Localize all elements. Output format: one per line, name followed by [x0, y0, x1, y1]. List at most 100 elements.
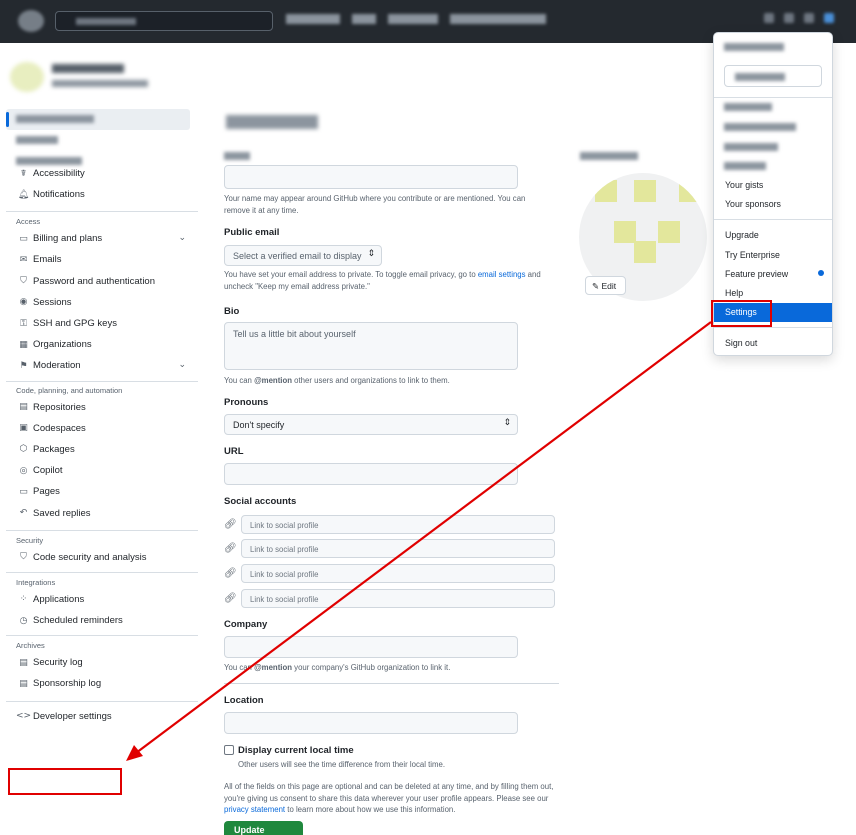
link-icon: 🔗︎: [224, 519, 237, 530]
sidebar-item-applications[interactable]: ⁘ Applications: [6, 589, 198, 610]
menu-item-help[interactable]: Help: [725, 288, 743, 298]
top-nav-link[interactable]: [388, 14, 438, 24]
chevron-updown-icon: ⇕: [367, 249, 375, 259]
sidebar-item-public-profile[interactable]: [6, 109, 190, 130]
sidebar-item-packages[interactable]: ⬡ Packages: [6, 439, 198, 460]
menu-item-profile[interactable]: [724, 103, 772, 111]
name-input[interactable]: [224, 165, 518, 189]
social-profile-input[interactable]: Link to social profile: [241, 539, 555, 558]
location-label: Location: [224, 695, 264, 706]
log-icon: ▤: [19, 657, 28, 668]
social-profile-input[interactable]: Link to social profile: [241, 564, 555, 583]
sidebar-item-organizations[interactable]: ▦ Organizations: [6, 334, 198, 355]
public-email-select[interactable]: Select a verified email to display ⇕: [224, 245, 382, 266]
credit-card-icon: ▭: [19, 233, 28, 244]
top-nav-link[interactable]: [450, 14, 546, 24]
link-icon: 🔗︎: [224, 543, 237, 554]
menu-item-upgrade[interactable]: Upgrade: [725, 230, 759, 240]
top-nav-link[interactable]: [352, 14, 376, 24]
pencil-icon: ✎: [592, 282, 600, 292]
page-title: [226, 115, 318, 129]
local-time-label: Display current local time: [238, 745, 354, 756]
company-input[interactable]: [224, 636, 518, 658]
key-icon: ⚿: [20, 318, 27, 329]
sidebar-item-sessions[interactable]: ◉ Sessions: [6, 292, 198, 313]
sidebar-item-account[interactable]: [6, 130, 198, 151]
sidebar-item-pages[interactable]: ▭ Pages: [6, 481, 198, 502]
inbox-icon[interactable]: [804, 13, 814, 23]
set-status-button[interactable]: [724, 65, 822, 87]
avatar-pixel: [614, 221, 636, 243]
sidebar-item-billing[interactable]: ▭ Billing and plans ⌄: [6, 228, 198, 249]
menu-item-projects[interactable]: [724, 143, 778, 151]
url-input[interactable]: [224, 463, 518, 485]
menu-item-sign-out[interactable]: Sign out: [725, 338, 757, 348]
company-note: You can @mention your company's GitHub o…: [224, 663, 451, 672]
sidebar-item-emails[interactable]: ✉ Emails: [6, 249, 198, 270]
notification-icon[interactable]: [764, 13, 774, 23]
sidebar-item-accessibility[interactable]: ☤ Accessibility: [6, 168, 198, 180]
sidebar-item-sponsorship-log[interactable]: ▤ Sponsorship log: [6, 673, 198, 694]
reply-icon: ↶: [19, 508, 28, 519]
menu-item-repositories[interactable]: [724, 123, 796, 131]
sidebar-item-password[interactable]: ⛉ Password and authentication: [6, 271, 198, 292]
mail-icon: ✉: [19, 254, 28, 265]
public-email-label: Public email: [224, 227, 280, 238]
divider: [714, 327, 832, 328]
social-profile-input[interactable]: Link to social profile: [241, 589, 555, 608]
search-input[interactable]: [55, 11, 273, 31]
local-time-checkbox[interactable]: [224, 745, 234, 755]
section-heading: Security: [16, 535, 44, 545]
menu-item-your-gists[interactable]: Your gists: [725, 180, 763, 190]
bio-note: You can @mention other users and organiz…: [224, 376, 450, 385]
avatar-pixel: [634, 180, 656, 202]
section-heading: Archives: [16, 641, 45, 651]
social-account-row: 🔗︎ Link to social profile: [224, 589, 555, 609]
name-note: Your name may appear around GitHub where…: [224, 194, 526, 215]
bio-textarea[interactable]: Tell us a little bit about yourself: [224, 322, 518, 370]
menu-item-stars[interactable]: [724, 162, 766, 170]
privacy-statement-link[interactable]: privacy statement: [224, 805, 285, 814]
edit-avatar-button[interactable]: ✎ Edit: [585, 276, 626, 295]
sidebar-item-ssh-gpg[interactable]: ⚿ SSH and GPG keys: [6, 313, 198, 334]
menu-item-try-enterprise[interactable]: Try Enterprise: [725, 250, 780, 260]
github-logo-icon[interactable]: [18, 10, 44, 32]
sidebar-item-repositories[interactable]: ▤ Repositories: [6, 397, 198, 418]
url-label: URL: [224, 446, 244, 457]
sidebar-item-saved-replies[interactable]: ↶ Saved replies: [6, 502, 198, 523]
pronouns-select[interactable]: Don't specify ⇕: [224, 414, 518, 435]
link-icon: 🔗︎: [224, 593, 237, 604]
profile-picture-label: [580, 152, 638, 160]
menu-item-your-sponsors[interactable]: Your sponsors: [725, 199, 781, 209]
plus-icon[interactable]: [784, 13, 794, 23]
update-profile-button[interactable]: Update profile: [224, 821, 303, 835]
user-avatar[interactable]: [824, 13, 834, 23]
sidebar-item-moderation[interactable]: ⚑ Moderation ⌄: [6, 355, 198, 376]
social-profile-input[interactable]: Link to social profile: [241, 515, 555, 534]
sidebar-item-codespaces[interactable]: ▣ Codespaces: [6, 418, 198, 439]
chevron-updown-icon: ⇕: [503, 418, 511, 428]
top-right-actions: [764, 13, 834, 23]
company-label: Company: [224, 619, 268, 630]
location-input[interactable]: [224, 712, 518, 734]
repo-icon: ▤: [19, 402, 28, 413]
divider: [714, 97, 832, 98]
annotation-highlight-box: [8, 768, 122, 795]
social-accounts-label: Social accounts: [224, 496, 297, 507]
local-time-note: Other users will see the time difference…: [238, 760, 445, 769]
shield-icon: ⛉: [20, 552, 27, 563]
pronouns-label: Pronouns: [224, 397, 269, 408]
sidebar-item-code-security[interactable]: ⛉ Code security and analysis: [6, 547, 198, 568]
annotation-highlight-box: [711, 300, 772, 327]
sidebar-item-security-log[interactable]: ▤ Security log: [6, 652, 198, 673]
sidebar-item-notifications[interactable]: 🔔︎ Notifications: [6, 184, 198, 205]
menu-item-feature-preview[interactable]: Feature preview: [725, 269, 788, 279]
sidebar-item-scheduled-reminders[interactable]: ◷ Scheduled reminders: [6, 610, 198, 631]
package-icon: ⬡: [19, 444, 28, 455]
social-account-row: 🔗︎ Link to social profile: [224, 539, 555, 559]
top-nav-link[interactable]: [286, 14, 340, 24]
email-settings-link[interactable]: email settings: [478, 270, 526, 279]
sidebar-item-developer-settings[interactable]: <> Developer settings: [6, 706, 198, 727]
profile-subtitle: [52, 80, 148, 87]
sidebar-item-copilot[interactable]: ◎ Copilot: [6, 460, 198, 481]
